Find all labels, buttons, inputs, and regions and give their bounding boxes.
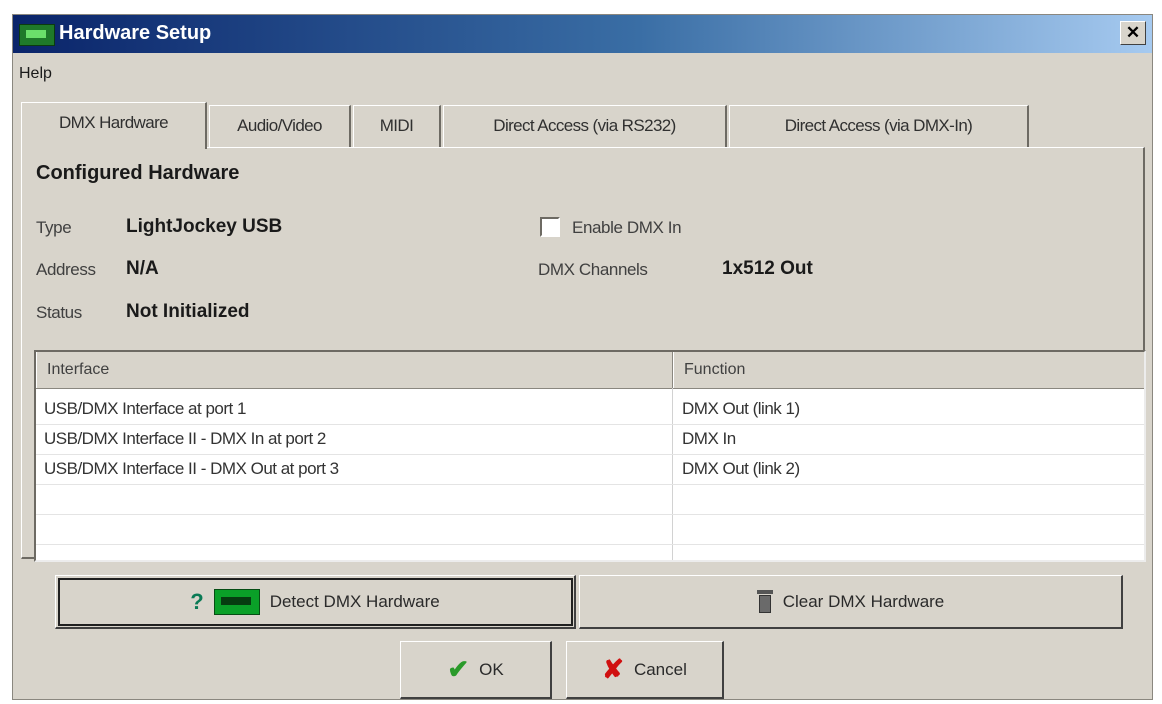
cancel-button-label: Cancel [633,659,687,679]
column-header-interface[interactable]: Interface [36,352,673,388]
tab-direct-access-dmx-in[interactable]: Direct Access (via DMX-In) [729,105,1029,147]
clear-button-label: Clear DMX Hardware [782,591,945,611]
address-value: N/A [126,258,159,279]
menu-help[interactable]: Help [19,65,52,82]
interface-cell: USB/DMX Interface at port 1 [44,399,246,418]
close-button[interactable]: ✕ [1120,21,1146,45]
dmx-hardware-panel: Configured Hardware Type LightJockey USB… [21,147,1146,562]
configured-hardware-title: Configured Hardware [36,162,240,184]
function-cell: DMX Out (link 1) [682,399,800,418]
close-icon: ✕ [1125,23,1141,42]
interface-cell: USB/DMX Interface II - DMX In at port 2 [44,429,326,448]
clear-dmx-hardware-button[interactable]: Clear DMX Hardware [579,575,1123,629]
menu-bar: Help [19,65,52,83]
dmx-channels-value: 1x512 Out [722,258,813,279]
empty-row [36,484,1144,515]
type-value: LightJockey USB [126,216,283,237]
tab-midi[interactable]: MIDI [353,105,441,147]
table-row[interactable]: USB/DMX Interface II - DMX Out at port 3… [36,454,1144,485]
function-cell: DMX Out (link 2) [682,459,800,478]
column-header-function[interactable]: Function [673,352,1144,388]
hardware-setup-window: Hardware Setup ✕ Help DMX Hardware Audio… [12,14,1153,700]
cancel-button[interactable]: ✘ Cancel [566,641,724,699]
tab-dmx-hardware[interactable]: DMX Hardware [21,102,207,149]
tab-direct-access-rs232[interactable]: Direct Access (via RS232) [443,105,727,147]
help-question-icon: ? [190,588,204,614]
window-title: Hardware Setup [59,22,212,44]
status-value: Not Initialized [126,301,250,322]
checkmark-icon: ✔ [447,654,470,684]
detect-dmx-hardware-button[interactable]: ? Detect DMX Hardware [55,575,576,629]
interface-cell: USB/DMX Interface II - DMX Out at port 3 [44,459,339,478]
ok-button[interactable]: ✔ OK [400,641,552,699]
list-header: Interface Function [36,352,1144,389]
enable-dmx-in-checkbox[interactable] [540,217,560,237]
title-bar[interactable]: Hardware Setup ✕ [13,15,1152,53]
empty-row [36,514,1144,545]
trash-icon [756,589,773,614]
ok-button-label: OK [479,659,504,679]
detect-button-label: Detect DMX Hardware [269,591,440,611]
dmx-interface-icon [213,588,260,615]
table-row[interactable]: USB/DMX Interface at port 1 DMX Out (lin… [36,394,1144,425]
dmx-channels-label: DMX Channels [538,260,648,279]
table-row[interactable]: USB/DMX Interface II - DMX In at port 2 … [36,424,1144,455]
interface-list[interactable]: Interface Function USB/DMX Interface at … [34,350,1146,562]
cancel-x-icon: ✘ [602,654,624,684]
tab-audio-video[interactable]: Audio/Video [209,105,351,147]
app-icon [19,24,55,46]
function-cell: DMX In [682,429,736,448]
status-label: Status [36,303,82,322]
type-label: Type [36,218,72,237]
enable-dmx-in-label[interactable]: Enable DMX In [572,218,682,238]
address-label: Address [36,260,96,279]
